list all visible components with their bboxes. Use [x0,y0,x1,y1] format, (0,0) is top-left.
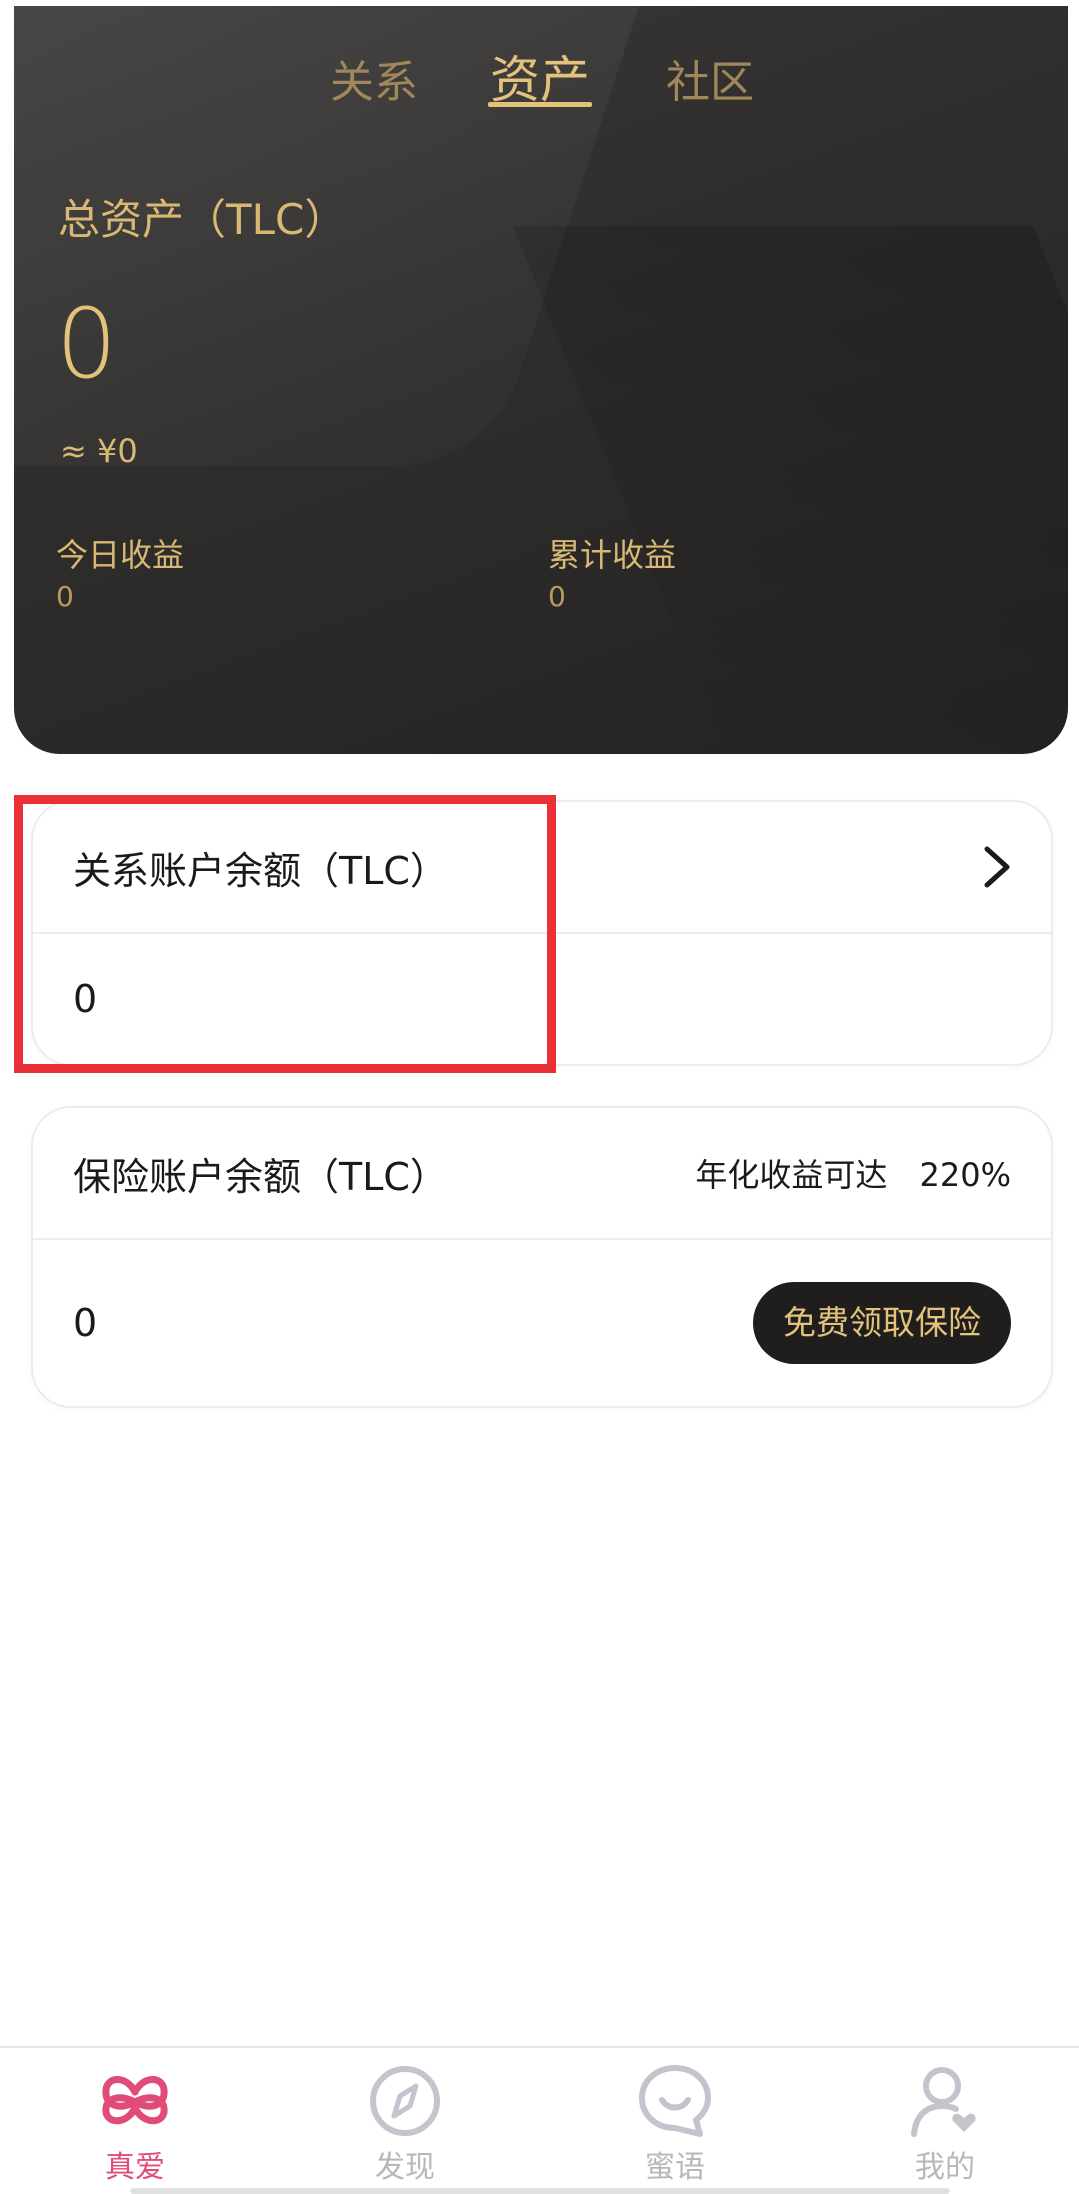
hero-decor-shape [512,226,1068,754]
compass-icon [370,2066,440,2136]
bottom-navigation: 真爱 发现 蜜语 我的 [0,2046,1079,2194]
tab-assets[interactable]: 资产 [488,40,592,112]
love-knot-icon [102,2076,168,2125]
cumulative-earnings-label: 累计收益 [548,536,677,574]
today-earnings-value: 0 [56,580,74,613]
relation-account-balance: 0 [73,977,98,1021]
cumulative-earnings-value: 0 [548,580,566,613]
chat-smile-icon [639,2065,711,2137]
total-assets-cny: ≈ ¥0 [60,432,138,470]
today-earnings: 今日收益 0 [56,530,184,613]
top-tabs: 关系 资产 社区 [14,36,1068,116]
tab-community[interactable]: 社区 [666,46,754,110]
annual-yield-label: 年化收益可达 [695,1156,888,1194]
total-assets-value: 0 [56,288,118,400]
nav-label-love: 真爱 [105,2150,165,2185]
nav-label-messages: 蜜语 [645,2150,705,2185]
nav-item-mine[interactable]: 我的 [875,2062,1015,2186]
tab-active-underline [488,102,592,107]
total-assets-label: 总资产（TLC） [58,195,347,244]
nav-item-love[interactable]: 真爱 [65,2062,205,2186]
relation-account-header[interactable]: 关系账户余额（TLC） [33,802,1051,932]
insurance-account-balance-row: 0 免费领取保险 [33,1238,1051,1406]
relation-account-balance-row: 0 [33,932,1051,1064]
tab-relation[interactable]: 关系 [330,46,418,110]
insurance-account-balance: 0 [73,1301,98,1345]
chevron-right-icon[interactable] [983,845,1011,889]
nav-item-messages[interactable]: 蜜语 [605,2062,745,2186]
cumulative-earnings: 累计收益 0 [548,530,676,613]
asset-hero-panel: 关系 资产 社区 总资产（TLC） 0 ≈ ¥0 今日收益 0 累计收益 0 [14,6,1068,754]
tab-assets-label: 资产 [490,51,590,109]
claim-free-insurance-button[interactable]: 免费领取保险 [753,1282,1011,1364]
home-indicator-bar [129,2188,950,2194]
annual-yield-value: 220% [919,1156,1011,1194]
relation-account-title: 关系账户余额（TLC） [73,848,448,893]
insurance-account-title: 保险账户余额（TLC） [73,1154,448,1199]
annual-yield: 年化收益可达 220% [695,1150,1011,1196]
insurance-account-header: 保险账户余额（TLC） 年化收益可达 220% [33,1108,1051,1238]
nav-label-mine: 我的 [915,2150,975,2185]
profile-heart-icon [911,2067,976,2137]
relation-account-card[interactable]: 关系账户余额（TLC） 0 [31,800,1053,1066]
nav-label-discover: 发现 [375,2150,435,2185]
nav-item-discover[interactable]: 发现 [335,2062,475,2186]
today-earnings-label: 今日收益 [56,536,185,574]
insurance-account-card: 保险账户余额（TLC） 年化收益可达 220% 0 免费领取保险 [31,1106,1053,1408]
